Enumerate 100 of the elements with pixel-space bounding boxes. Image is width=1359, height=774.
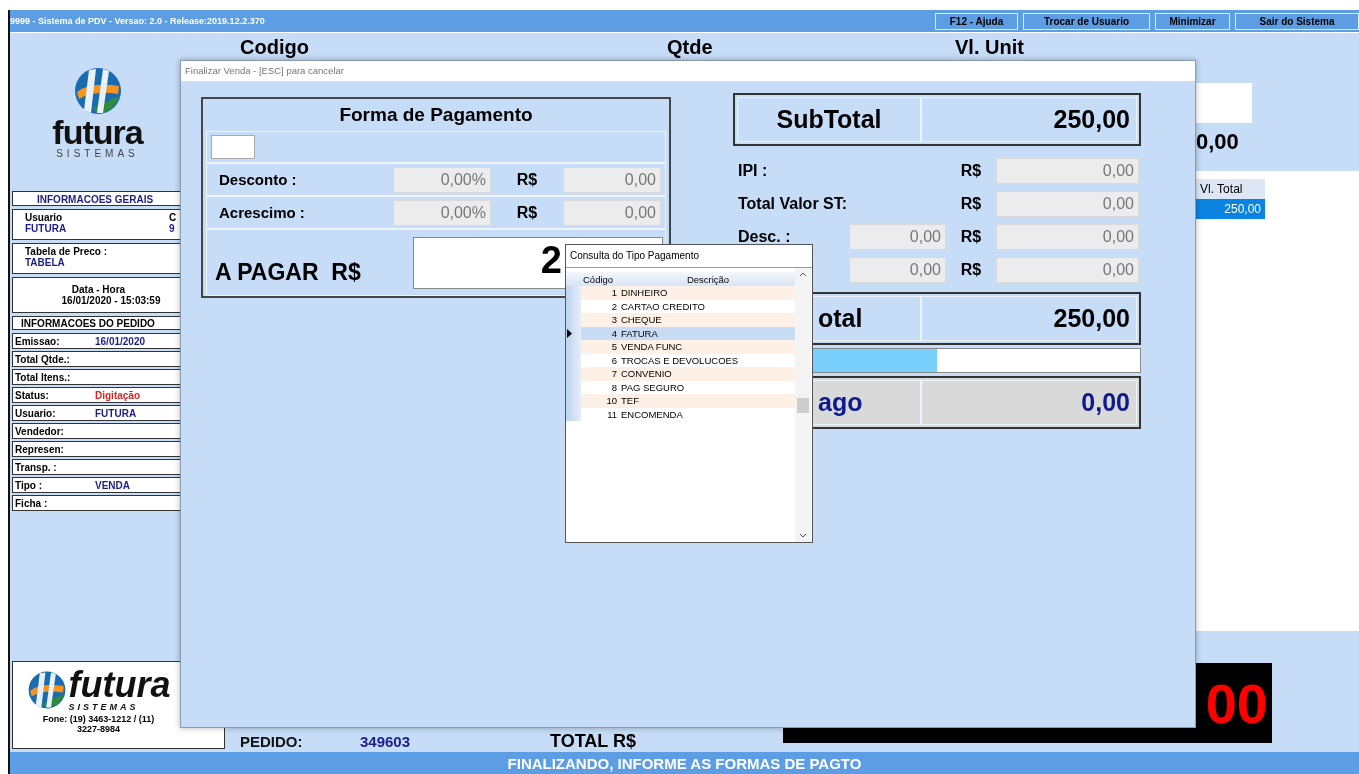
description-text: ENCOMENDA (621, 408, 684, 420)
field-value: 9 (169, 223, 176, 234)
column-header: Vl. Unit (955, 35, 1025, 60)
list-row[interactable]: 7 CONVENIO (566, 367, 795, 381)
code-text: 1 (610, 287, 618, 299)
logo-icon (26, 670, 67, 710)
column-header: Vl. Total (1196, 179, 1265, 199)
field-label: Usuario (25, 212, 64, 223)
field-label: Transp. : (15, 461, 58, 473)
dialog-title: Finalizar Venda - [ESC] para cancelar (181, 61, 1195, 81)
field-label: Desconto : (218, 171, 298, 188)
code-text: 3 (610, 314, 618, 326)
field-value: 16/01/2020 (95, 335, 146, 347)
currency-label: R$ (959, 260, 983, 279)
chevron-down-icon (799, 533, 807, 538)
popup-title: Consulta do Tipo Pagamento (566, 245, 812, 268)
logo-text: futura (68, 668, 171, 702)
field-label: Emissao: (15, 335, 61, 347)
field-label: Total Valor ST: (738, 194, 849, 213)
description-text: PAG SEGURO (621, 381, 686, 393)
code-text: 7 (610, 368, 618, 380)
field-label: Vendedor: (15, 425, 65, 437)
description-text: CARTAO CREDITO (621, 300, 706, 312)
code-text: 8 (610, 381, 618, 393)
amount-field: 0,00 (563, 166, 661, 193)
phone-text: Fone: (19) 3463-1212 / (11) 3227-8984 (41, 714, 156, 734)
description-text: CONVENIO (621, 368, 673, 380)
code-text: 11 (606, 408, 618, 420)
code-text: 2 (610, 300, 618, 312)
scroll-thumb[interactable] (797, 398, 809, 413)
currency-label: R$ (515, 203, 539, 222)
percent-field: 0,00% (393, 199, 491, 226)
field-label: C (169, 212, 177, 223)
input-field[interactable] (211, 135, 255, 159)
field-value: Digitação (95, 389, 140, 401)
due-label: A PAGAR R$ (215, 259, 361, 286)
field-label: Desc. : (738, 227, 792, 246)
description-text: VENDA FUNC (621, 341, 684, 353)
field-label: Ficha : (15, 497, 49, 509)
field-label: Status: (15, 389, 50, 401)
list-row[interactable]: 5 VENDA FUNC (566, 340, 795, 354)
description-text: DINHEIRO (621, 287, 669, 299)
column-header: Código (582, 273, 615, 285)
description-text: CHEQUE (621, 314, 663, 326)
code-text: 6 (610, 354, 618, 366)
logo-text: futura (52, 115, 143, 148)
field-label: Usuario: (15, 407, 57, 419)
field-value: VENDA (95, 479, 130, 491)
field-label: Tipo : (15, 479, 44, 491)
amount-field: 0,00 (996, 223, 1139, 250)
toolbar-button[interactable]: F12 - Ajuda (935, 12, 1018, 30)
amount-field: 0,00 (849, 223, 946, 250)
percent-field: 0,00% (393, 166, 491, 193)
currency-label: R$ (515, 170, 539, 189)
order-number: 349603 (360, 734, 412, 749)
order-label: PEDIDO: (240, 734, 304, 749)
field-value: TABELA (25, 257, 66, 268)
description-text: FATURA (621, 327, 659, 339)
logo-tagline: SISTEMAS (68, 702, 140, 712)
currency-label: R$ (959, 161, 983, 180)
field-label: Acrescimo : (218, 204, 306, 221)
field-label: Represen: (15, 443, 65, 455)
column-header: Codigo (240, 35, 310, 60)
chevron-up-icon (799, 272, 807, 277)
toolbar-button[interactable]: Trocar de Usuario (1023, 12, 1150, 30)
amount-field: 0,00 (996, 157, 1139, 184)
description-text: TEF (621, 395, 640, 407)
amount-field: 0,00 (563, 199, 661, 226)
panel-title: Forma de Pagamento (338, 103, 534, 127)
currency-label: R$ (959, 194, 983, 213)
amount-field: 0,00 (849, 256, 946, 283)
pointer-icon (566, 328, 573, 338)
field-value: FUTURA (25, 223, 68, 234)
field-value: FUTURA (95, 407, 137, 419)
code-text: 4 (610, 327, 618, 339)
field-label: IPI : (738, 161, 769, 180)
logo-tagline: SISTEMAS (56, 147, 139, 159)
table-cell[interactable]: 250,00 (1196, 199, 1265, 219)
field-label: Total Qtde.: (15, 353, 71, 365)
list-row[interactable]: 1 DINHEIRO (566, 286, 795, 300)
list-row[interactable]: 3 CHEQUE (566, 313, 795, 327)
total-value: 0,00 (1196, 129, 1240, 155)
total-label: SubTotal (737, 97, 921, 142)
total-amount: 00 (1205, 670, 1268, 736)
date-time: 16/01/2020 - 15:03:59 (60, 295, 161, 306)
total-label: TOTAL R$ (550, 734, 637, 749)
code-text: 10 (605, 395, 618, 407)
input-field (1196, 83, 1252, 123)
list-row[interactable]: 10 TEF (566, 394, 795, 408)
status-message: FINALIZANDO, INFORME AS FORMAS DE PAGTO (507, 754, 862, 772)
column-header: Qtde (667, 35, 714, 60)
field-label: Total Itens.: (15, 371, 72, 383)
amount-field: 0,00 (996, 256, 1139, 283)
logo-icon (72, 65, 123, 116)
field-label: Tabela de Preco : (25, 246, 108, 257)
field-label: Data - Hora (71, 284, 126, 295)
toolbar-button[interactable]: Minimizar (1155, 12, 1230, 30)
code-text: 5 (610, 341, 618, 353)
toolbar-button[interactable]: Sair do Sistema (1235, 12, 1359, 30)
total-value: 250,00 (921, 296, 1137, 341)
